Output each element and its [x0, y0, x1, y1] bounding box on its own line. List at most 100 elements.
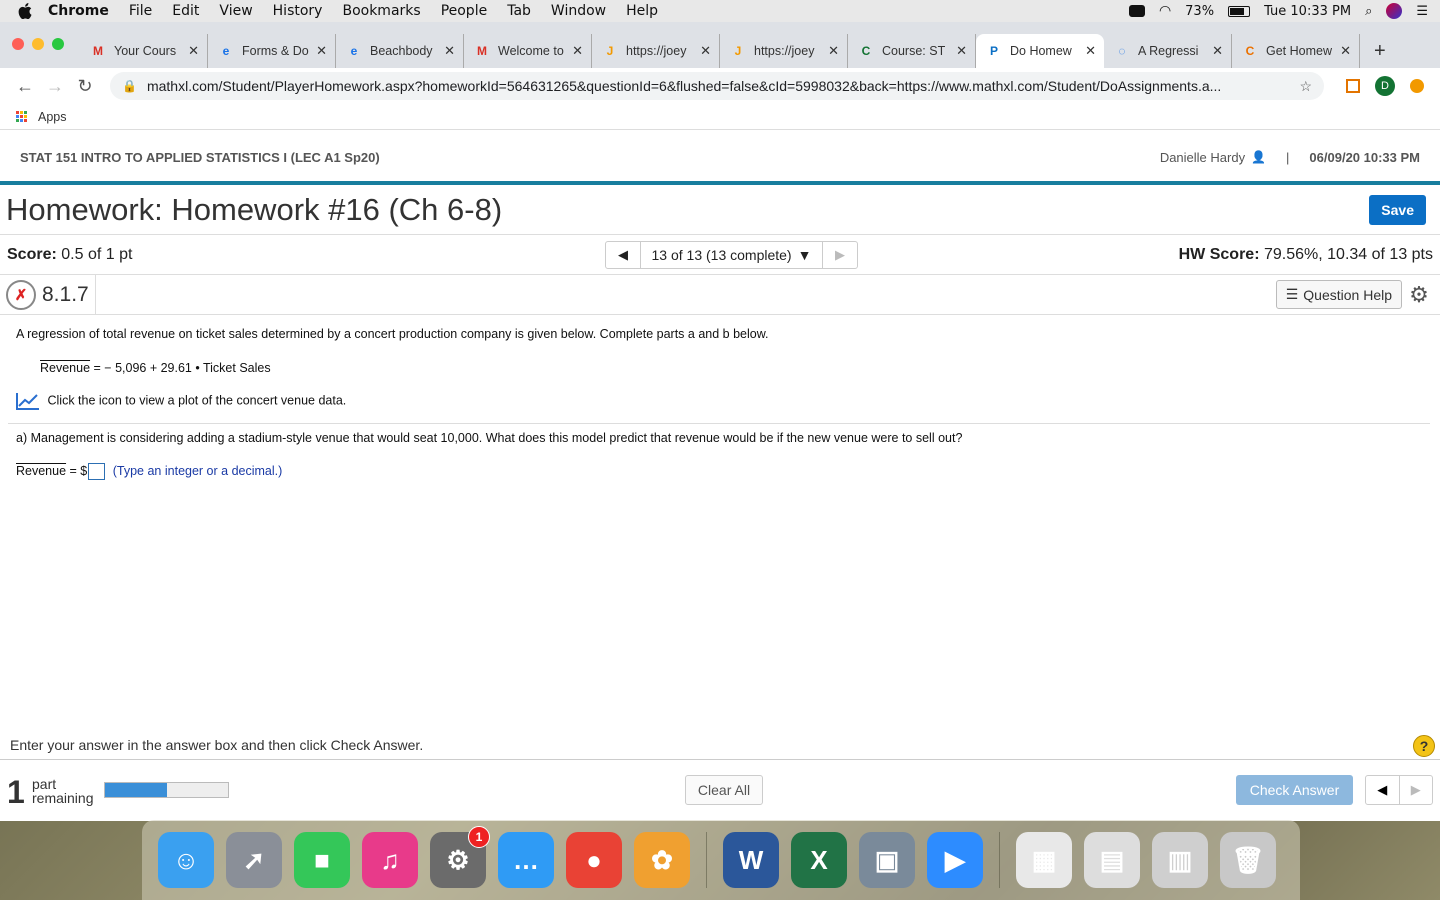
menu-people[interactable]: People	[441, 3, 488, 19]
close-tab-icon[interactable]: ✕	[444, 43, 455, 59]
gear-icon[interactable]: ⚙	[1402, 282, 1436, 308]
excel-window-thumb-icon[interactable]: ▦	[1016, 832, 1072, 888]
question-divider	[8, 423, 1430, 424]
apps-grid-icon[interactable]	[16, 110, 28, 123]
spotlight-search-icon[interactable]: ⌕	[1365, 4, 1372, 19]
bookmark-star-icon[interactable]: ☆	[1299, 78, 1312, 95]
user-name[interactable]: Danielle Hardy 👤	[1160, 150, 1266, 165]
forward-button[interactable]: →	[40, 76, 70, 97]
close-tab-icon[interactable]: ✕	[1340, 43, 1351, 59]
photos-icon[interactable]: ✿	[634, 832, 690, 888]
browser-tab[interactable]: e Forms & Do ✕	[208, 34, 336, 68]
facetime-icon[interactable]: ■	[294, 832, 350, 888]
browser-tab[interactable]: ◌ A Regressi ✕	[1104, 34, 1232, 68]
zoom-icon[interactable]: ▶	[927, 832, 983, 888]
check-answer-button[interactable]: Check Answer	[1236, 775, 1353, 805]
menu-history[interactable]: History	[273, 3, 323, 19]
help-icon[interactable]: ?	[1413, 735, 1435, 757]
gmail-icon: M	[477, 44, 487, 58]
previous-question-button[interactable]: ◀	[606, 242, 640, 268]
answer-instructions: Enter your answer in the answer box and …	[10, 737, 424, 753]
messages-icon[interactable]: …	[498, 832, 554, 888]
browser-tab[interactable]: Jhttps://joey ✕	[592, 34, 720, 68]
excel-icon[interactable]: X	[791, 832, 847, 888]
launchpad-icon[interactable]: ➚	[226, 832, 282, 888]
back-button[interactable]: ←	[10, 76, 40, 97]
minimize-window-button[interactable]	[32, 38, 44, 50]
apple-menu-icon[interactable]	[16, 2, 34, 20]
battery-icon[interactable]	[1228, 5, 1251, 17]
close-tab-icon[interactable]: ✕	[316, 43, 327, 59]
notification-center-icon[interactable]: ☰	[1416, 4, 1428, 19]
bottom-next-button[interactable]: ▶	[1398, 776, 1433, 804]
menu-clock[interactable]: Tue 10:33 PM	[1264, 4, 1351, 19]
wifi-icon[interactable]: ◠	[1159, 3, 1171, 19]
dock-glyph: 🗑	[1231, 844, 1265, 875]
close-tab-icon[interactable]: ✕	[700, 43, 711, 59]
extension-icon[interactable]	[1340, 75, 1366, 97]
menu-bookmarks[interactable]: Bookmarks	[342, 3, 420, 19]
browser-tab[interactable]: C Course: ST ✕	[848, 34, 976, 68]
question-selector[interactable]: 13 of 13 (13 complete) ▼	[640, 242, 823, 268]
answer-row: Revenue = $ (Type an integer or a decima…	[16, 463, 282, 480]
trash-icon[interactable]: 🗑	[1220, 832, 1276, 888]
finder-icon[interactable]: ☺	[158, 832, 214, 888]
menu-help[interactable]: Help	[626, 3, 658, 19]
close-tab-icon[interactable]: ✕	[1085, 43, 1096, 59]
profile-avatar[interactable]: D	[1372, 75, 1398, 97]
apps-bookmark[interactable]: Apps	[38, 110, 67, 124]
dock-glyph: W	[738, 844, 764, 875]
siri-icon[interactable]	[1386, 3, 1403, 19]
menu-app-name[interactable]: Chrome	[48, 3, 109, 19]
answer-input[interactable]	[88, 463, 106, 480]
zoom-window-button[interactable]	[52, 38, 64, 50]
menu-file[interactable]: File	[129, 3, 152, 19]
chrome-window-thumb-icon[interactable]: ▥	[1152, 832, 1208, 888]
browser-tab[interactable]: P Do Homew ✕	[976, 34, 1104, 68]
menu-edit[interactable]: Edit	[172, 3, 199, 19]
menu-window[interactable]: Window	[551, 3, 606, 19]
question-position: 13 of 13 (13 complete)	[651, 247, 792, 263]
dock-glyph: ➚	[243, 844, 265, 875]
lock-icon[interactable]: 🔒	[122, 79, 137, 93]
browser-tab[interactable]: e Beachbody ✕	[336, 34, 464, 68]
close-tab-icon[interactable]: ✕	[956, 43, 967, 59]
close-tab-icon[interactable]: ✕	[188, 43, 199, 59]
battery-percent: 73%	[1185, 3, 1215, 19]
dock-glyph: ✿	[651, 844, 673, 875]
browser-tab[interactable]: M Your Cours ✕	[80, 34, 208, 68]
clear-all-button[interactable]: Clear All	[685, 775, 763, 805]
reload-button[interactable]: ↻	[70, 76, 100, 97]
browser-tab[interactable]: C Get Homew ✕	[1232, 34, 1360, 68]
close-tab-icon[interactable]: ✕	[1212, 43, 1223, 59]
line-chart-icon[interactable]	[16, 392, 40, 410]
address-bar[interactable]: 🔒 mathxl.com/Student/PlayerHomework.aspx…	[110, 72, 1324, 100]
menu-tab[interactable]: Tab	[507, 3, 531, 19]
browser-tab[interactable]: Jhttps://joey ✕	[720, 34, 848, 68]
address-url[interactable]: mathxl.com/Student/PlayerHomework.aspx?h…	[147, 78, 1291, 94]
close-tab-icon[interactable]: ✕	[572, 43, 583, 59]
next-question-button[interactable]: ▶	[823, 242, 857, 268]
question-number: 8.1.7	[42, 274, 96, 315]
new-tab-button[interactable]: +	[1374, 34, 1386, 68]
preview-icon[interactable]: ▣	[859, 832, 915, 888]
word-icon[interactable]: W	[723, 832, 779, 888]
menu-view[interactable]: View	[219, 3, 252, 19]
course-title: STAT 151 INTRO TO APPLIED STATISTICS I (…	[20, 149, 380, 165]
edge-icon: e	[222, 44, 230, 58]
save-button[interactable]: Save	[1369, 194, 1426, 225]
preview-window-thumb-icon[interactable]: ▤	[1084, 832, 1140, 888]
update-icon[interactable]	[1404, 75, 1430, 97]
dock-glyph: ▶	[945, 844, 965, 875]
chrome-icon[interactable]: ●	[566, 832, 622, 888]
bottom-previous-button[interactable]: ◀	[1366, 776, 1399, 804]
bottom-navigator: ◀ ▶	[1365, 775, 1433, 805]
question-help-button[interactable]: ☰ Question Help	[1275, 280, 1402, 309]
system-preferences-icon[interactable]: ⚙ 1	[430, 826, 490, 888]
close-tab-icon[interactable]: ✕	[828, 43, 839, 59]
music-icon[interactable]: ♫	[362, 832, 418, 888]
browser-tab[interactable]: M Welcome to ✕	[464, 34, 592, 68]
close-window-button[interactable]	[12, 38, 24, 50]
equation-rhs: = − 5,096 + 29.61 • Ticket Sales	[93, 361, 271, 375]
screen-record-icon[interactable]	[1128, 5, 1145, 17]
